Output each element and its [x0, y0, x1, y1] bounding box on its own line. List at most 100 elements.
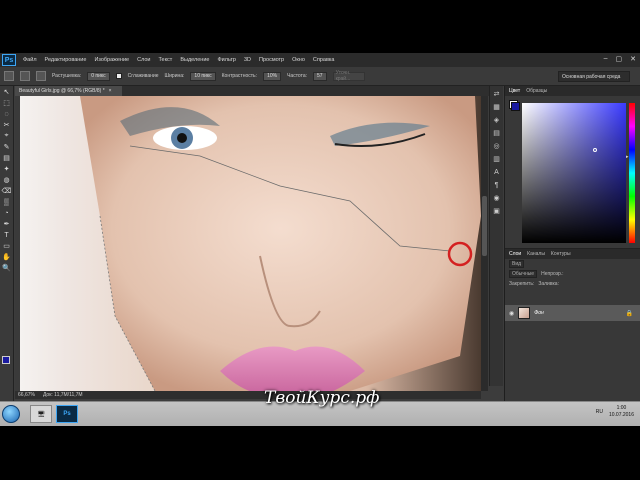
type-tool-icon[interactable]: T	[2, 230, 12, 240]
hand-tool-icon[interactable]: ✋	[2, 252, 12, 262]
properties-icon[interactable]: ▤	[492, 128, 502, 138]
layer-thumbnail	[518, 307, 531, 319]
pen-tool-icon[interactable]: ✒	[2, 219, 12, 229]
marquee-tool-icon[interactable]: ⬚	[2, 98, 12, 108]
blend-mode-select[interactable]: Обычные	[509, 270, 538, 278]
window-controls: – ▢ ✕	[604, 55, 636, 63]
width-label: Ширина:	[164, 73, 185, 79]
document-size: Док: 11,7M/11,7M	[42, 392, 83, 398]
close-tab-icon[interactable]: ×	[109, 88, 112, 94]
menu-layers[interactable]: Слои	[133, 57, 154, 63]
menu-window[interactable]: Окно	[288, 57, 309, 63]
foreground-color-swatch[interactable]	[2, 356, 10, 364]
move-tool-icon[interactable]: ↖	[2, 87, 12, 97]
eraser-tool-icon[interactable]: ⌫	[2, 186, 12, 196]
layer-filter-row: Вид	[505, 259, 640, 269]
status-bar: 66,67% Док: 11,7M/11,7M	[15, 391, 481, 399]
menu-help[interactable]: Справка	[309, 57, 339, 63]
crop-tool-icon[interactable]: ✂	[2, 120, 12, 130]
styles-icon[interactable]: ◉	[492, 193, 502, 203]
workspace-select[interactable]: Основная рабочая среда	[558, 71, 630, 82]
color-picker-field[interactable]	[522, 103, 626, 243]
menu-image[interactable]: Изображение	[90, 57, 133, 63]
frequency-input[interactable]: 57	[313, 71, 327, 81]
magnetic-lasso-icon[interactable]	[4, 71, 14, 81]
contrast-label: Контрастность:	[221, 73, 258, 79]
menu-select[interactable]: Выделение	[176, 57, 213, 63]
visibility-eye-icon[interactable]: ◉	[509, 310, 514, 317]
lock-row: Закрепить: Заливка:	[505, 279, 640, 289]
dodge-tool-icon[interactable]: ◔	[2, 208, 12, 218]
system-tray: RU 1:00 10.07.2016	[596, 405, 634, 419]
minimize-button[interactable]: –	[604, 55, 608, 63]
refine-edge-button[interactable]: Уточн. край...	[332, 70, 365, 82]
panel-dock-icons: ⇄ ▦ ◈ ▤ ◎ ▥ A ¶ ◉ ▣	[489, 86, 503, 386]
tab-layers[interactable]: Слои	[509, 251, 521, 257]
start-button-icon[interactable]	[2, 405, 20, 423]
opacity-label: Непрозр.:	[541, 271, 564, 277]
zoom-level[interactable]: 66,67%	[18, 392, 35, 398]
healing-tool-icon[interactable]: ✎	[2, 142, 12, 152]
menu-text[interactable]: Текст	[154, 57, 176, 63]
tab-channels[interactable]: Каналы	[527, 251, 545, 257]
tab-paths[interactable]: Контуры	[551, 251, 571, 257]
close-button[interactable]: ✕	[630, 55, 636, 63]
layers-panel-tabs: Слои Каналы Контуры	[505, 249, 640, 259]
history-icon[interactable]: ⇄	[492, 89, 502, 99]
adjustments-icon[interactable]: ◈	[492, 115, 502, 125]
document-tab[interactable]: Beautyful Girls.jpg @ 66,7% (RGB/8) * ×	[15, 86, 122, 96]
tab-color[interactable]: Цвет	[509, 88, 520, 94]
info-icon[interactable]: ▣	[492, 206, 502, 216]
zoom-tool-icon[interactable]: 🔍	[2, 263, 12, 273]
layer-kind-select[interactable]: Вид	[509, 260, 525, 268]
canvas-area[interactable]	[15, 96, 481, 391]
lock-icon: 🔒	[625, 310, 633, 317]
brush-tool-icon[interactable]: ▤	[2, 153, 12, 163]
watermark-text: ТвойКурс.рф	[264, 388, 380, 408]
tool-presets-icon[interactable]: ▥	[492, 154, 502, 164]
lock-label: Закрепить:	[509, 281, 535, 287]
history-brush-icon[interactable]: ◍	[2, 175, 12, 185]
tab-swatches[interactable]: Образцы	[526, 88, 547, 94]
shape-tool-icon[interactable]: ▭	[2, 241, 12, 251]
hue-slider[interactable]	[629, 103, 635, 243]
stamp-tool-icon[interactable]: ✦	[2, 164, 12, 174]
antialias-label: Сглаживание	[127, 73, 159, 79]
antialias-checkbox[interactable]	[115, 73, 122, 79]
scrollbar-thumb[interactable]	[482, 196, 487, 256]
menu-file[interactable]: Файл	[19, 57, 41, 63]
language-indicator[interactable]: RU	[596, 409, 603, 415]
taskbar-app-explorer[interactable]: 🖥	[30, 405, 52, 423]
feather-label: Растушевка:	[52, 73, 82, 79]
taskbar-app-photoshop[interactable]: Ps	[56, 405, 78, 423]
new-selection-icon[interactable]	[20, 71, 30, 81]
add-selection-icon[interactable]	[36, 71, 46, 81]
character-icon[interactable]: A	[492, 167, 502, 177]
photo-canvas[interactable]	[20, 96, 481, 391]
menu-view[interactable]: Просмотр	[255, 57, 288, 63]
document-tab-bar: Beautyful Girls.jpg @ 66,7% (RGB/8) * ×	[15, 86, 489, 96]
brush-presets-icon[interactable]: ◎	[492, 141, 502, 151]
actions-icon[interactable]: ▦	[492, 102, 502, 112]
menu-filter[interactable]: Фильтр	[213, 57, 239, 63]
color-panel-tabs: Цвет Образцы	[505, 86, 640, 96]
hue-slider-arrow-icon[interactable]: ▸	[626, 154, 629, 160]
eyedropper-tool-icon[interactable]: ⌖	[2, 131, 12, 141]
menu-edit[interactable]: Редактирование	[41, 57, 91, 63]
color-picker-marker[interactable]	[593, 148, 597, 152]
lasso-tool-icon[interactable]: ◌	[2, 109, 12, 119]
menu-3d[interactable]: 3D	[240, 57, 255, 63]
maximize-button[interactable]: ▢	[616, 55, 623, 63]
layers-panel: Слои Каналы Контуры Вид Обычные Непрозр.…	[505, 248, 640, 426]
feather-input[interactable]: 0 пикс	[87, 71, 110, 81]
color-fg-swatch[interactable]	[511, 102, 520, 111]
contrast-input[interactable]: 10%	[263, 71, 282, 81]
layer-row-background[interactable]: ◉ Фон 🔒	[505, 305, 640, 321]
document-tab-label: Beautyful Girls.jpg @ 66,7% (RGB/8) *	[19, 88, 105, 94]
paragraph-icon[interactable]: ¶	[492, 180, 502, 190]
clock[interactable]: 1:00 10.07.2016	[609, 405, 634, 419]
gradient-tool-icon[interactable]: ▒	[2, 197, 12, 207]
vertical-scrollbar[interactable]	[481, 96, 488, 391]
right-panels: Цвет Образцы ▸ Слои Каналы Контуры Вид О…	[504, 86, 640, 426]
width-input[interactable]: 10 пикс	[190, 71, 216, 81]
